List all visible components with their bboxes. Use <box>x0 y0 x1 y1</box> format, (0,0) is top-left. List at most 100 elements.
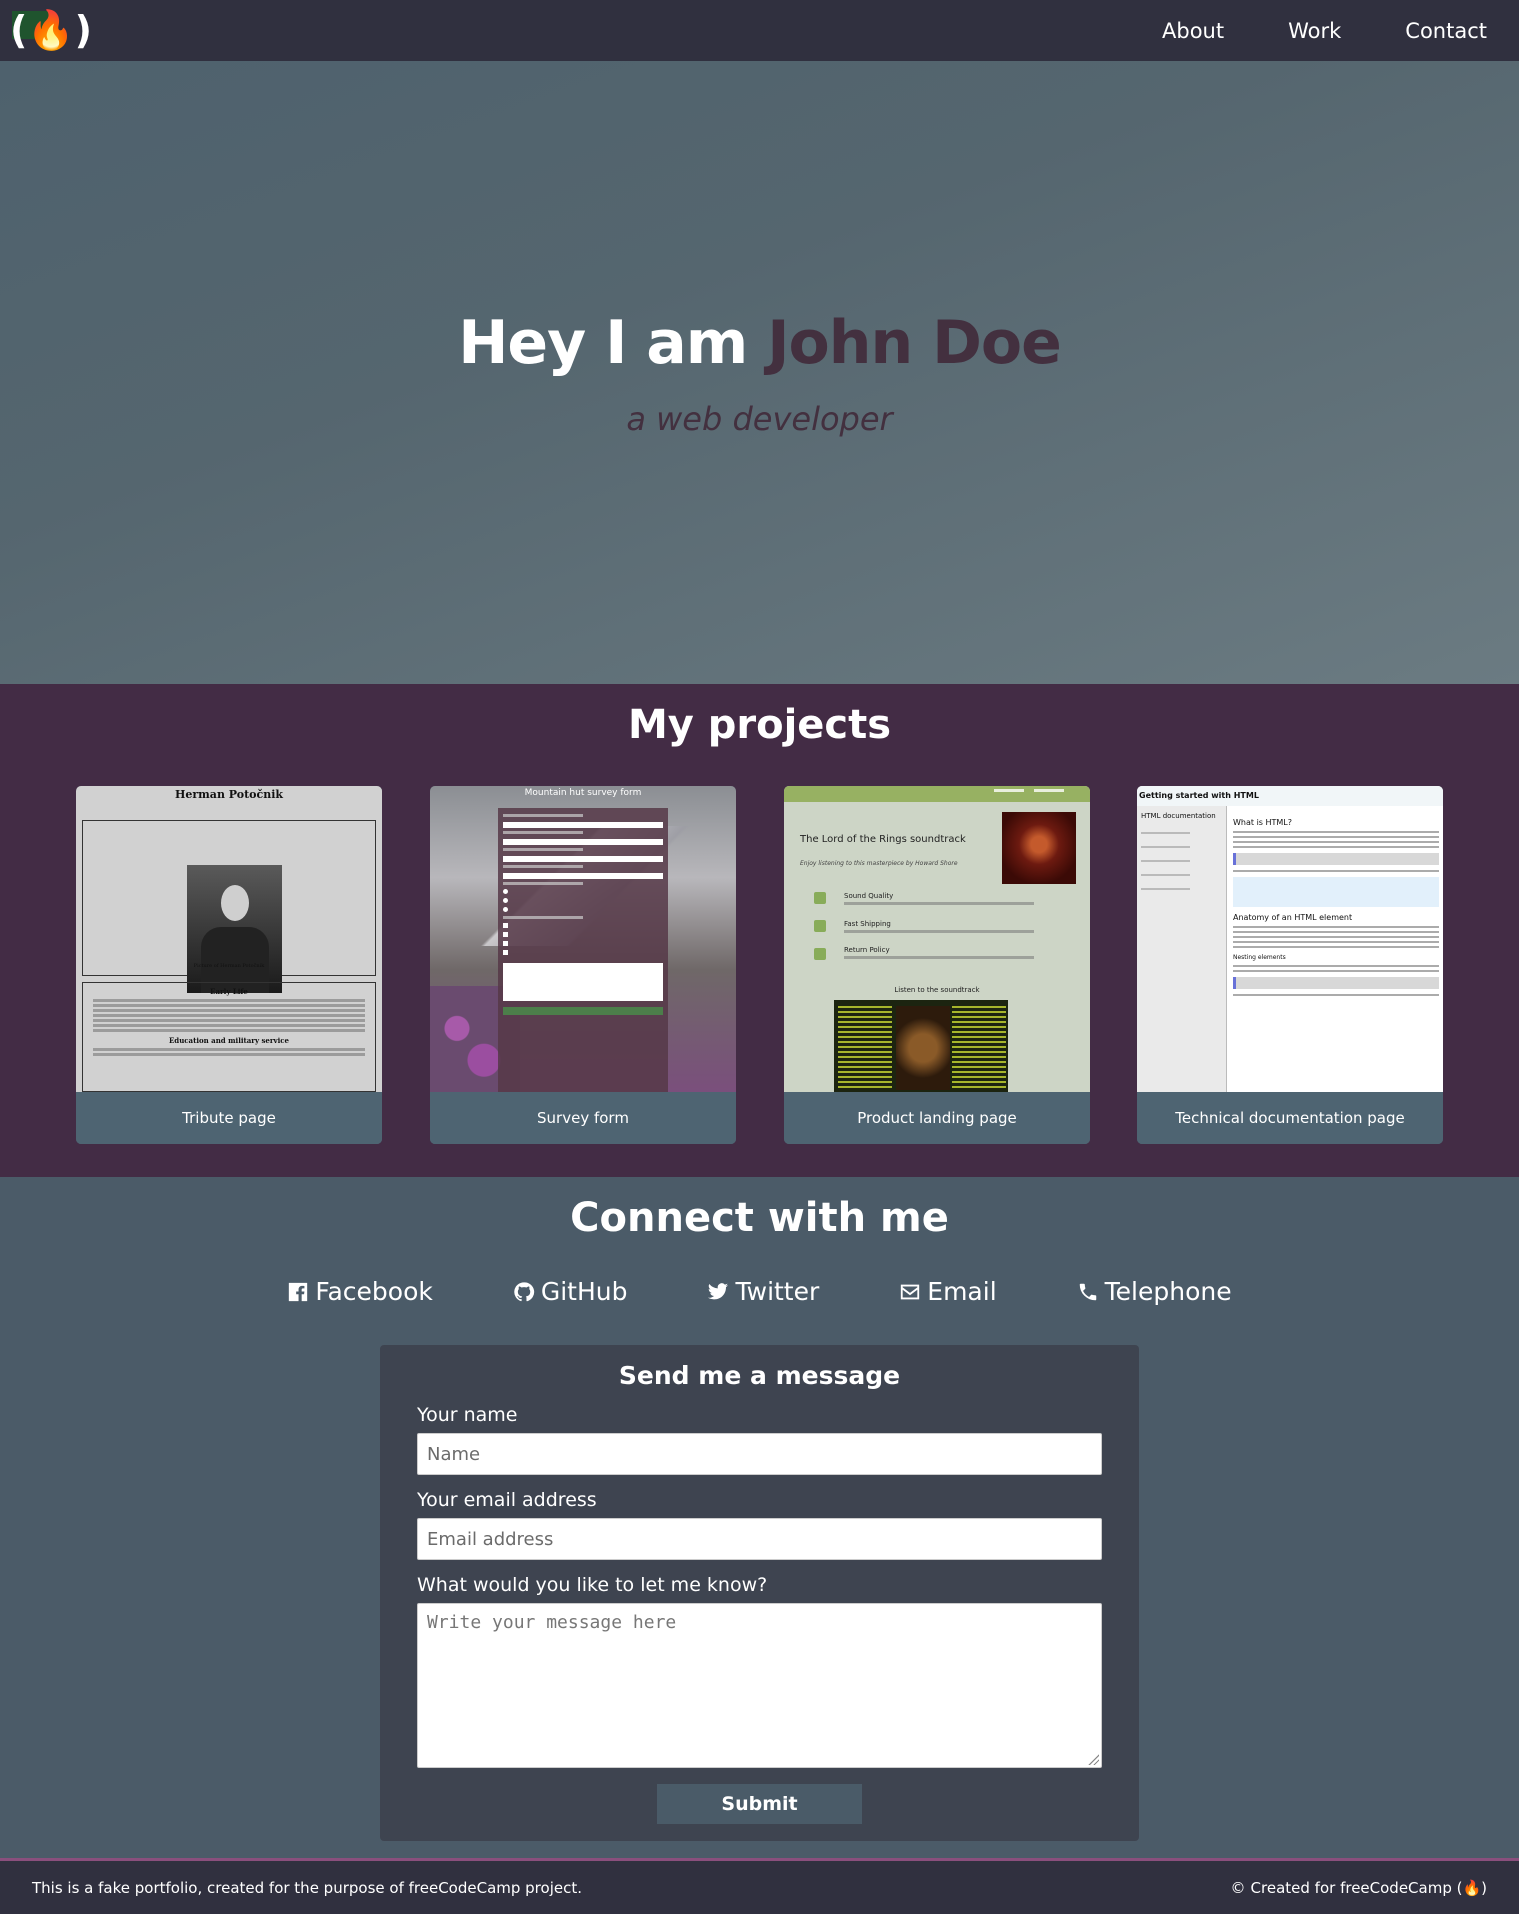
social-link-github[interactable]: GitHub <box>473 1277 668 1306</box>
social-link-twitter[interactable]: Twitter <box>667 1277 859 1306</box>
facebook-icon <box>289 1282 308 1301</box>
thumb-listen-title: Listen to the soundtrack <box>894 986 980 994</box>
thumb-main: What is HTML? Anatomy of an HTML element… <box>1233 812 1439 999</box>
project-card-docs[interactable]: Getting started with HTML HTML documenta… <box>1137 786 1443 1144</box>
social-label: Facebook <box>315 1277 433 1306</box>
footer-disclaimer: This is a fake portfolio, created for th… <box>32 1878 582 1897</box>
doc-line <box>1233 926 1439 928</box>
email-input[interactable]: Email address <box>417 1518 1102 1560</box>
nav-link-contact[interactable]: Contact <box>1373 19 1509 43</box>
github-icon <box>514 1281 535 1301</box>
social-link-telephone[interactable]: Telephone <box>1037 1277 1272 1306</box>
twitter-icon <box>708 1282 729 1299</box>
doc-line <box>1233 941 1439 943</box>
hero-greeting: Hey I am <box>458 307 748 378</box>
thumb-survey-form <box>498 808 668 1092</box>
social-label: Twitter <box>735 1277 820 1306</box>
form-checkbox <box>503 923 508 928</box>
truck-icon <box>814 920 826 932</box>
text-line <box>93 1004 365 1007</box>
form-input <box>503 856 663 862</box>
name-label: Your name <box>417 1404 518 1426</box>
resize-handle-icon[interactable] <box>1087 1753 1099 1765</box>
project-title-tribute: Tribute page <box>76 1092 382 1144</box>
nav-item <box>1141 832 1190 834</box>
doc-line <box>1233 870 1439 872</box>
welcome-section: Hey I am John Doe a web developer <box>0 61 1519 684</box>
thumb-title: Mountain hut survey form <box>524 788 642 798</box>
message-label: What would you like to let me know? <box>417 1574 768 1596</box>
submit-button[interactable]: Submit <box>657 1784 862 1824</box>
projects-title: My projects <box>627 702 892 748</box>
name-input[interactable]: Name <box>417 1433 1102 1475</box>
hero-name: John Doe <box>767 307 1062 378</box>
thumb-album-cover <box>1002 812 1076 884</box>
thumb-tagline: Enjoy listening to this masterpiece by H… <box>800 860 958 867</box>
email-label: Your email address <box>417 1489 597 1511</box>
thumb-caption: Picture of Herman Potočnik <box>193 963 265 969</box>
form-label <box>503 916 583 919</box>
doc-line <box>1233 965 1439 967</box>
form-select <box>503 873 663 879</box>
social-link-facebook[interactable]: Facebook <box>247 1277 472 1306</box>
form-checkbox <box>503 932 508 937</box>
project-card-survey[interactable]: Mountain hut survey form Survey form <box>430 786 736 1144</box>
thumb-portrait <box>187 865 282 993</box>
form-label <box>503 882 583 885</box>
project-thumbnail-product: The Lord of the Rings soundtrack Enjoy l… <box>784 786 1090 1092</box>
nav-item <box>1141 846 1190 848</box>
doc-line <box>1233 994 1439 996</box>
nav-link <box>1034 789 1064 792</box>
thumb-intro <box>76 801 382 809</box>
thumb-header: Getting started with HTML <box>1137 786 1443 806</box>
phone-icon <box>1079 1283 1096 1300</box>
thumb-text-box: Early Life Education and military servic… <box>82 982 376 1092</box>
text-line <box>93 1009 365 1012</box>
text-line <box>93 1048 365 1051</box>
social-label: Email <box>927 1277 997 1306</box>
thumb-feature-3: Return Policy <box>844 946 890 954</box>
nav-item <box>1141 860 1190 862</box>
portrait-face <box>221 885 249 921</box>
project-card-product[interactable]: The Lord of the Rings soundtrack Enjoy l… <box>784 786 1090 1144</box>
form-textarea <box>503 963 663 1001</box>
project-card-tribute[interactable]: Herman Potočnik Picture of Herman Potočn… <box>76 786 382 1144</box>
form-title: Send me a message <box>618 1361 901 1390</box>
thumb-sidebar: HTML documentation <box>1137 806 1227 1092</box>
nav-link-work[interactable]: Work <box>1256 19 1373 43</box>
thumb-feature-2: Fast Shipping <box>844 920 891 928</box>
nav-link <box>994 789 1024 792</box>
form-label <box>503 814 583 817</box>
nav-link-about[interactable]: About <box>1130 19 1256 43</box>
tracklist-column <box>952 1006 1006 1090</box>
form-checkbox <box>503 941 508 946</box>
freecodecamp-logo[interactable]: (🔥) <box>10 8 92 53</box>
doc-line <box>1233 831 1439 833</box>
form-checkbox <box>503 950 508 955</box>
footer: This is a fake portfolio, created for th… <box>0 1858 1519 1914</box>
feature-text <box>844 930 1034 933</box>
text-line <box>93 1024 365 1027</box>
social-link-email[interactable]: Email <box>859 1277 1036 1306</box>
music-icon <box>814 892 826 904</box>
thumb-header-bar <box>784 786 1090 802</box>
text-line <box>93 1014 365 1017</box>
doc-code <box>1233 977 1439 989</box>
doc-code <box>1233 853 1439 865</box>
form-submit <box>503 1007 663 1015</box>
envelope-icon <box>901 1284 920 1299</box>
thumb-feature-1: Sound Quality <box>844 892 894 900</box>
footer-credit-text: Created for freeCodeCamp (🔥) <box>1250 1878 1487 1897</box>
feature-text <box>844 956 1034 959</box>
doc-line <box>1233 936 1439 938</box>
project-title-survey: Survey form <box>430 1092 736 1144</box>
video-artwork <box>896 1006 950 1090</box>
message-textarea[interactable]: Write your message here <box>417 1603 1102 1768</box>
thumb-nav-title: HTML documentation <box>1141 812 1216 820</box>
text-line <box>93 1019 365 1022</box>
thumb-title: Herman Potočnik <box>174 788 283 801</box>
footer-credit: © Created for freeCodeCamp (🔥) <box>1231 1879 1487 1897</box>
text-line <box>93 1053 365 1056</box>
contact-title: Connect with me <box>570 1195 949 1241</box>
form-label <box>503 848 583 851</box>
